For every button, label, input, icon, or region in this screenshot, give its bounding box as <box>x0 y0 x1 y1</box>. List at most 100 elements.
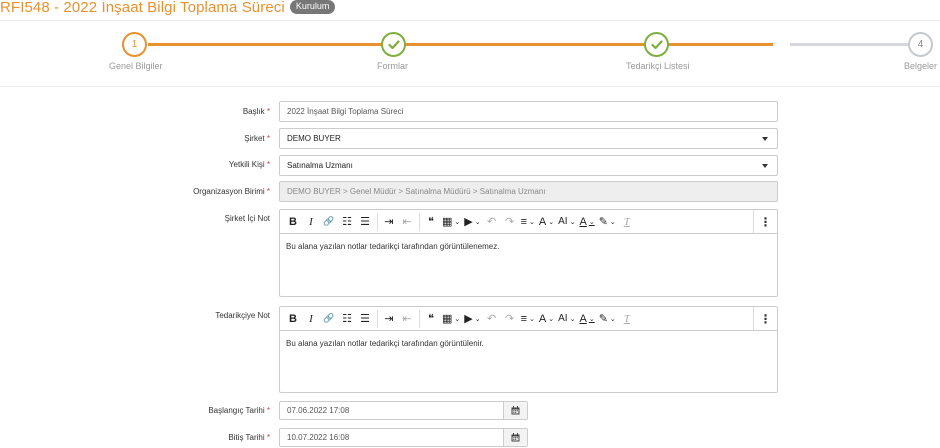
title-input[interactable]: 2022 İnşaat Bilgi Toplama Süreci <box>279 101 778 122</box>
redo-icon: ↷ <box>505 216 515 228</box>
clear-format-button[interactable]: T <box>620 213 634 231</box>
step-4-number: 4 <box>917 39 924 50</box>
font-color-button[interactable]: A ⌄ <box>579 213 594 231</box>
supplier-note-editor[interactable]: B I 🔗 ☷ ☰ ⇥ ⇤ ❝ ▦ ⌄ ▶ ⌄ ↶ ↷ ≡ ⌄ A ⌄ AI ⌄ A ⌄ ✎… <box>279 306 778 393</box>
indent-button[interactable]: ⇥ <box>382 310 396 328</box>
outdent-button[interactable]: ⇤ <box>400 213 414 231</box>
page-title: RFI548 - 2022 İnşaat Bilgi Toplama Sürec… <box>0 0 285 16</box>
bold-button[interactable]: B <box>286 213 300 231</box>
company-select[interactable]: DEMO BUYER <box>279 128 778 149</box>
check-icon <box>650 39 663 49</box>
bullet-list-button[interactable]: ☷ <box>340 310 354 328</box>
step-1-circle[interactable]: 1 <box>122 32 147 57</box>
start-date-value: 07.06.2022 17:08 <box>287 406 350 415</box>
title-label-text: Başlık <box>242 107 265 116</box>
numbered-list-icon: ☰ <box>360 216 370 228</box>
org-unit-label-text: Organizasyon Birimi <box>193 187 265 196</box>
table-button[interactable]: ▦ ⌄ <box>442 213 460 231</box>
end-date-label: Bitiş Tarihi * <box>70 433 270 442</box>
numbered-list-icon: ☰ <box>360 313 370 325</box>
blockquote-button[interactable]: ❝ <box>424 310 438 328</box>
align-button[interactable]: ≡ ⌄ <box>521 310 535 328</box>
ai-button[interactable]: AI ⌄ <box>558 310 575 328</box>
numbered-list-button[interactable]: ☰ <box>358 310 372 328</box>
font-color-button[interactable]: A ⌄ <box>579 310 594 328</box>
step-4-circle[interactable]: 4 <box>908 32 933 57</box>
media-button[interactable]: ▶ ⌄ <box>464 213 480 231</box>
bullet-list-button[interactable]: ☷ <box>340 213 354 231</box>
company-select-value: DEMO BUYER <box>287 134 341 143</box>
font-size-button[interactable]: A ⌄ <box>539 213 554 231</box>
ai-label: AI <box>558 216 568 227</box>
required-mark: * <box>266 187 270 196</box>
chevron-down-icon: ⌄ <box>454 315 461 323</box>
title-field-label: Başlık * <box>70 107 270 116</box>
start-date-input[interactable]: 07.06.2022 17:08 <box>279 401 528 420</box>
undo-button[interactable]: ↶ <box>485 213 499 231</box>
more-options-button[interactable]: ⋮ <box>753 210 777 233</box>
supplier-note-content[interactable]: Bu alana yazılan notlar tedarikçi tarafı… <box>280 331 777 356</box>
outdent-button[interactable]: ⇤ <box>400 310 414 328</box>
blockquote-icon: ❝ <box>428 313 434 325</box>
link-button[interactable]: 🔗 <box>322 310 336 328</box>
contact-field-label: Yetkili Kişi * <box>70 160 270 169</box>
indent-icon: ⇥ <box>384 216 394 228</box>
start-date-label: Başlangıç Tarihi * <box>70 406 270 415</box>
align-button[interactable]: ≡ ⌄ <box>521 213 535 231</box>
italic-button[interactable]: I <box>304 310 318 328</box>
calendar-icon <box>511 406 520 415</box>
step-4-label[interactable]: Belgeler <box>904 61 937 71</box>
more-icon: ⋮ <box>759 311 772 326</box>
ai-button[interactable]: AI ⌄ <box>558 213 575 231</box>
internal-note-editor[interactable]: B I 🔗 ☷ ☰ ⇥ ⇤ ❝ ▦ ⌄ ▶ ⌄ ↶ ↷ ≡ ⌄ A ⌄ AI ⌄ A ⌄ ✎… <box>279 209 778 297</box>
undo-icon: ↶ <box>487 313 497 325</box>
clear-format-button[interactable]: T <box>620 310 634 328</box>
redo-button[interactable]: ↷ <box>503 310 517 328</box>
supplier-note-label-text: Tedarikçiye Not <box>215 311 270 320</box>
highlight-button[interactable]: ✎ ⌄ <box>599 310 616 328</box>
link-button[interactable]: 🔗 <box>322 213 336 231</box>
more-options-button[interactable]: ⋮ <box>753 307 777 330</box>
more-icon: ⋮ <box>759 214 772 229</box>
table-button[interactable]: ▦ ⌄ <box>442 310 460 328</box>
numbered-list-button[interactable]: ☰ <box>358 213 372 231</box>
blockquote-button[interactable]: ❝ <box>424 213 438 231</box>
bullet-list-icon: ☷ <box>342 216 352 228</box>
internal-note-content[interactable]: Bu alana yazılan notlar tedarikçi tarafı… <box>280 234 777 259</box>
chevron-down-icon: ⌄ <box>588 315 595 323</box>
step-3-label[interactable]: Tedarikçi Listesi <box>626 61 690 71</box>
step-2-label[interactable]: Formlar <box>377 61 408 71</box>
contact-select[interactable]: Satınalma Uzmanı <box>279 155 778 176</box>
end-date-picker-button[interactable] <box>503 429 527 446</box>
step-2-circle[interactable] <box>381 32 406 57</box>
required-mark: * <box>266 406 270 415</box>
end-date-input[interactable]: 10.07.2022 16:08 <box>279 428 528 447</box>
font-color-icon: A <box>579 215 587 228</box>
org-unit-field-label: Organizasyon Birimi * <box>70 187 270 196</box>
internal-note-label-text: Şirket İçi Not <box>224 214 270 223</box>
highlight-button[interactable]: ✎ ⌄ <box>599 213 616 231</box>
start-date-picker-button[interactable] <box>503 402 527 419</box>
chevron-down-icon: ⌄ <box>548 218 555 226</box>
header-divider <box>0 20 940 21</box>
indent-button[interactable]: ⇥ <box>382 213 396 231</box>
required-mark: * <box>266 433 270 442</box>
font-size-icon: A <box>538 215 547 228</box>
font-color-icon: A <box>579 312 587 325</box>
font-size-button[interactable]: A ⌄ <box>539 310 554 328</box>
redo-button[interactable]: ↷ <box>503 213 517 231</box>
editor-toolbar: B I 🔗 ☷ ☰ ⇥ ⇤ ❝ ▦ ⌄ ▶ ⌄ ↶ ↷ ≡ ⌄ A ⌄ AI ⌄ A ⌄ ✎… <box>280 307 777 331</box>
step-3-circle[interactable] <box>644 32 669 57</box>
italic-button[interactable]: I <box>304 213 318 231</box>
table-icon: ▦ <box>442 216 453 228</box>
check-icon <box>387 39 400 49</box>
caret-down-icon <box>762 164 768 168</box>
undo-button[interactable]: ↶ <box>485 310 499 328</box>
step-1-label[interactable]: Genel Bilgiler <box>109 61 163 71</box>
company-field-label: Şirket * <box>70 134 270 143</box>
highlight-icon: ✎ <box>598 216 608 228</box>
bold-button[interactable]: B <box>286 310 300 328</box>
clear-format-icon: T <box>623 215 630 228</box>
media-button[interactable]: ▶ ⌄ <box>464 310 480 328</box>
chevron-down-icon: ⌄ <box>474 315 481 323</box>
